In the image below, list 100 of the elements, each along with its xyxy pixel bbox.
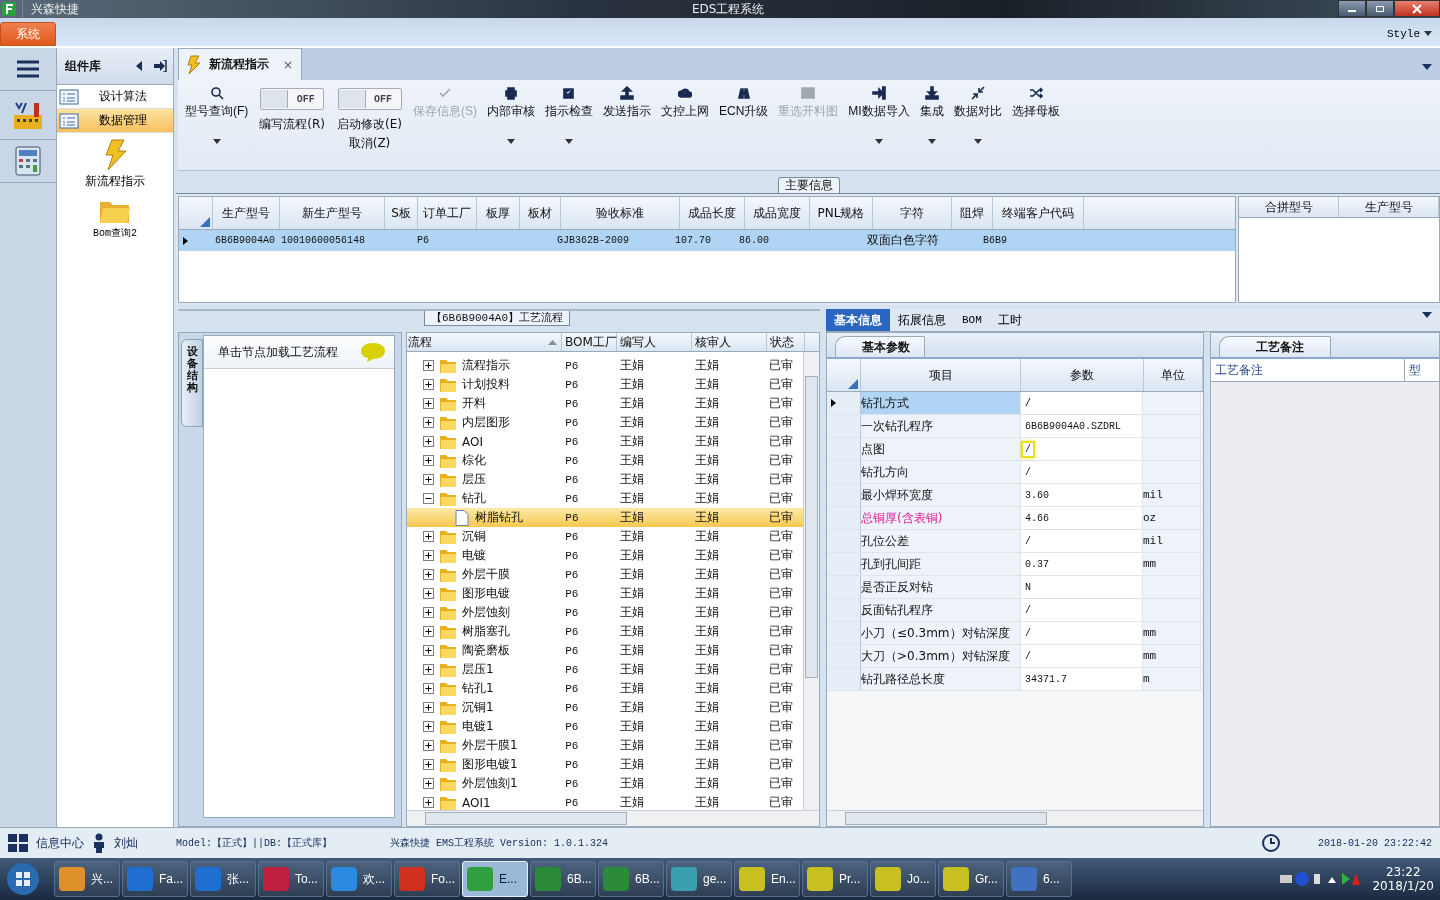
parameter-row[interactable]: 点图 / <box>827 438 1203 461</box>
expand-icon[interactable] <box>423 759 434 770</box>
parameter-row[interactable]: 孔位公差 / mil <box>827 530 1203 553</box>
parameter-row[interactable]: 钻孔方式 / <box>827 392 1203 415</box>
tool-button[interactable]: 新流程指示 <box>85 139 145 190</box>
tree-row[interactable]: 图形电镀1 P6 王娟 王娟 已审 <box>407 755 803 774</box>
tree-row[interactable]: 流程指示 P6 王娟 王娟 已审 <box>407 356 803 375</box>
sub-tab[interactable]: 基本参数 <box>835 336 925 357</box>
taskbar-button[interactable]: En... <box>734 861 800 897</box>
parameter-row[interactable]: 孔到孔间距 0.37 mm <box>827 553 1203 576</box>
column-header[interactable]: 字符 <box>873 197 952 229</box>
column-header[interactable]: PNL规格 <box>810 197 873 229</box>
tree-row[interactable]: 沉铜 P6 王娟 王娟 已审 <box>407 527 803 546</box>
column-header[interactable]: 工艺备注 <box>1211 359 1405 381</box>
dropdown-arrow-icon[interactable] <box>1422 64 1432 70</box>
scrollbar[interactable] <box>803 352 819 810</box>
document-tab[interactable]: 新流程指示 × <box>178 48 303 80</box>
taskbar-button[interactable]: Jo... <box>870 861 936 897</box>
column-header[interactable]: 项目 <box>860 359 1022 391</box>
toolbar-button[interactable]: 数据对比 <box>950 84 1005 146</box>
tree-row[interactable]: 层压 P6 王娟 王娟 已审 <box>407 470 803 489</box>
column-header[interactable]: 板材 <box>520 197 561 229</box>
column-header[interactable]: 成品长度 <box>680 197 745 229</box>
column-header[interactable]: 参数 <box>1021 359 1145 391</box>
parameter-value[interactable]: / <box>1021 601 1035 619</box>
expand-icon[interactable] <box>423 398 434 409</box>
tree-row[interactable]: 棕化 P6 王娟 王娟 已审 <box>407 451 803 470</box>
tree-row[interactable]: 计划投料 P6 王娟 王娟 已审 <box>407 375 803 394</box>
taskbar-clock[interactable]: 23:22 2018/1/20 <box>1372 865 1434 893</box>
expand-icon[interactable] <box>423 683 434 694</box>
taskbar-button[interactable]: Fo... <box>394 861 460 897</box>
tree-row[interactable]: 树脂塞孔 P6 王娟 王娟 已审 <box>407 622 803 641</box>
parameter-value[interactable]: / <box>1021 647 1035 665</box>
taskbar-button[interactable]: Pr... <box>802 861 868 897</box>
tree-row[interactable]: 电镀1 P6 王娟 王娟 已审 <box>407 717 803 736</box>
tree-row[interactable]: 外层蚀刻 P6 王娟 王娟 已审 <box>407 603 803 622</box>
tab-close-button[interactable]: × <box>283 57 294 72</box>
column-header[interactable]: 合拼型号 <box>1239 197 1339 217</box>
expand-icon[interactable] <box>423 379 434 390</box>
style-dropdown[interactable]: Style <box>1385 28 1422 40</box>
taskbar-button[interactable]: 张... <box>190 861 256 897</box>
side-tab[interactable]: 设备结构 <box>181 339 203 427</box>
taskbar-button[interactable]: ge... <box>666 861 732 897</box>
toggle-switch[interactable]: OFF <box>337 88 402 110</box>
taskbar-button[interactable]: 兴... <box>54 861 120 897</box>
column-header[interactable]: 成品宽度 <box>745 197 810 229</box>
expand-icon[interactable] <box>423 721 434 732</box>
tree-row[interactable]: 内层图形 P6 王娟 王娟 已审 <box>407 413 803 432</box>
column-header[interactable]: 核审人 <box>692 333 767 351</box>
expand-icon[interactable] <box>423 797 434 808</box>
parameter-value[interactable]: / <box>1021 624 1035 642</box>
toggle-switch[interactable]: OFF <box>260 88 325 110</box>
parameter-row[interactable]: 大刀（>0.3mm）对钻深度 / mm <box>827 645 1203 668</box>
parameter-value[interactable]: N <box>1021 578 1035 596</box>
expand-icon[interactable] <box>423 569 434 580</box>
parameter-value[interactable]: / <box>1021 394 1035 412</box>
taskbar-button[interactable]: Fa... <box>122 861 188 897</box>
toolbar-button[interactable]: 型号查询(F) <box>182 84 252 146</box>
expand-icon[interactable] <box>423 436 434 447</box>
toolbar-button[interactable]: 集成 <box>916 84 947 146</box>
taskbar-button[interactable]: 6B... <box>598 861 664 897</box>
tree-row[interactable]: 层压1 P6 王娟 王娟 已审 <box>407 660 803 679</box>
parameter-value[interactable]: / <box>1021 532 1035 550</box>
column-header[interactable]: 新生产型号 <box>280 197 385 229</box>
expand-icon[interactable] <box>423 474 434 485</box>
expand-icon[interactable] <box>423 417 434 428</box>
expand-icon[interactable] <box>423 702 434 713</box>
taskbar-button[interactable]: E... <box>462 861 528 897</box>
tree-row[interactable]: 沉铜1 P6 王娟 王娟 已审 <box>407 698 803 717</box>
taskbar-button[interactable]: 6B... <box>530 861 596 897</box>
expand-icon[interactable] <box>423 740 434 751</box>
column-header[interactable]: 生产型号 <box>213 197 280 229</box>
column-header[interactable]: 生产型号 <box>1339 197 1439 217</box>
column-header[interactable]: 流程 <box>407 333 562 351</box>
column-header[interactable]: 验收标准 <box>561 197 680 229</box>
parameter-row[interactable]: 钻孔路径总长度 34371.7 m <box>827 668 1203 691</box>
column-header[interactable]: 型 <box>1405 359 1439 381</box>
detail-tab[interactable]: 基本信息 <box>826 309 890 331</box>
collapse-arrow-icon[interactable] <box>135 61 143 71</box>
expand-icon[interactable] <box>423 360 434 371</box>
toolbar-button[interactable]: MI数据导入 <box>845 84 913 146</box>
collapse-icon[interactable] <box>423 493 434 504</box>
parameter-value[interactable]: / <box>1021 463 1035 481</box>
component-item[interactable]: 数据管理 <box>57 109 173 133</box>
tree-row[interactable]: AOI1 P6 王娟 王娟 已审 <box>407 793 803 810</box>
toolbar-button[interactable]: 文控上网 <box>658 84 712 146</box>
column-header[interactable]: 板厚 <box>477 197 520 229</box>
parameter-row[interactable]: 是否正反对钻 N <box>827 576 1203 599</box>
tool-button[interactable]: Bom查询2 <box>93 198 137 240</box>
expand-icon[interactable] <box>423 531 434 542</box>
tree-row[interactable]: 开料 P6 王娟 王娟 已审 <box>407 394 803 413</box>
column-header[interactable]: 终端客户代码 <box>993 197 1084 229</box>
parameter-row[interactable]: 一次钻孔程序 6B6B9004A0.SZDRL <box>827 415 1203 438</box>
sub-tab[interactable]: 工艺备注 <box>1219 336 1331 357</box>
column-header[interactable]: 状态 <box>767 333 805 351</box>
expand-icon[interactable] <box>423 645 434 656</box>
caret-icon[interactable] <box>1424 31 1432 36</box>
toolbar-button[interactable]: ECN升级 <box>716 84 772 146</box>
column-header[interactable]: 阻焊 <box>952 197 993 229</box>
taskbar-button[interactable]: 欢... <box>326 861 392 897</box>
